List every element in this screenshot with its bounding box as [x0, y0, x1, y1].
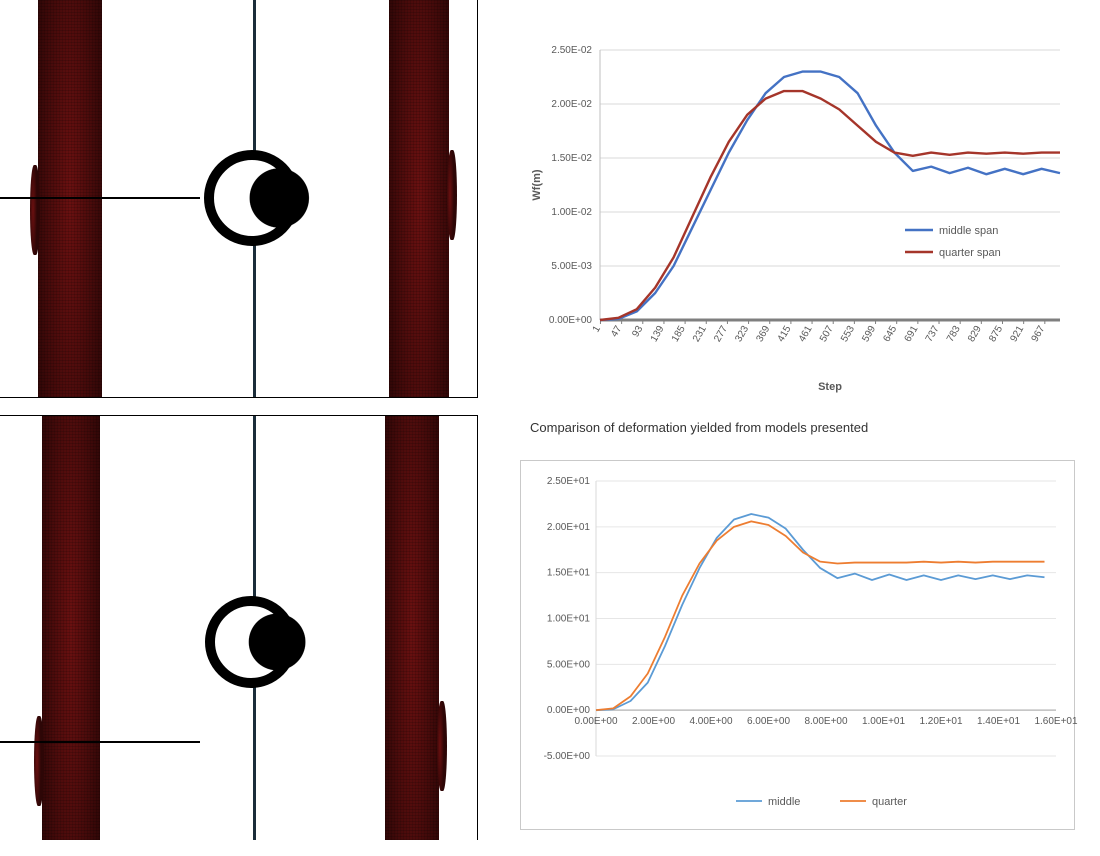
tube-left-bulge [30, 165, 40, 255]
svg-text:middle span: middle span [939, 225, 998, 237]
svg-text:1.20E+01: 1.20E+01 [919, 716, 963, 727]
svg-text:139: 139 [649, 324, 667, 344]
svg-text:277: 277 [712, 324, 730, 344]
svg-text:2.00E-02: 2.00E-02 [551, 99, 592, 110]
svg-text:47: 47 [609, 324, 624, 340]
simulation-panel-top [0, 0, 478, 398]
svg-text:1: 1 [591, 324, 604, 335]
svg-text:1.00E-02: 1.00E-02 [551, 207, 592, 218]
svg-text:1.00E+01: 1.00E+01 [862, 716, 906, 727]
svg-text:5.00E-03: 5.00E-03 [551, 261, 592, 272]
svg-text:0.00E+00: 0.00E+00 [549, 315, 593, 326]
svg-text:Wf(m): Wf(m) [531, 169, 543, 200]
svg-text:middle: middle [768, 796, 800, 808]
horizon-line-left [0, 197, 200, 199]
striker-shading [232, 599, 314, 685]
tube-left-bulge [34, 716, 44, 806]
svg-text:Step: Step [818, 381, 842, 393]
svg-text:829: 829 [966, 324, 984, 344]
svg-text:231: 231 [691, 324, 709, 344]
svg-text:0.00E+00: 0.00E+00 [574, 716, 618, 727]
svg-text:967: 967 [1030, 324, 1048, 344]
svg-text:461: 461 [797, 324, 815, 344]
simulation-column [0, 0, 480, 856]
svg-text:4.00E+00: 4.00E+00 [689, 716, 733, 727]
svg-text:645: 645 [881, 324, 899, 344]
svg-text:323: 323 [733, 324, 751, 344]
svg-text:0.00E+00: 0.00E+00 [547, 705, 591, 716]
svg-text:1.60E+01: 1.60E+01 [1034, 716, 1078, 727]
svg-text:737: 737 [924, 324, 942, 344]
svg-text:-5.00E+00: -5.00E+00 [544, 751, 591, 762]
striker-shading [232, 153, 318, 243]
svg-text:1.50E+01: 1.50E+01 [547, 568, 591, 579]
charts-column: 0.00E+00 5.00E-03 1.00E-02 1.50E-02 2.00E-02… [520, 40, 1080, 840]
svg-text:783: 783 [945, 324, 963, 344]
tube-right-bulge [447, 150, 457, 240]
tube-right-bulge [437, 701, 447, 791]
svg-text:369: 369 [754, 324, 772, 344]
svg-text:185: 185 [670, 324, 688, 344]
svg-text:2.00E+00: 2.00E+00 [632, 716, 676, 727]
svg-text:507: 507 [818, 324, 836, 344]
svg-text:8.00E+00: 8.00E+00 [804, 716, 848, 727]
svg-text:875: 875 [987, 324, 1005, 344]
simulation-panel-bottom [0, 415, 478, 840]
svg-text:553: 553 [839, 324, 857, 344]
svg-text:2.50E+01: 2.50E+01 [547, 476, 591, 487]
svg-text:1.40E+01: 1.40E+01 [977, 716, 1021, 727]
svg-text:691: 691 [903, 324, 921, 344]
svg-text:599: 599 [860, 324, 878, 344]
chart-bottom: -5.00E+00 0.00E+00 5.00E+00 1.00E+01 1.50E+0… [526, 466, 1071, 826]
svg-text:1.00E+01: 1.00E+01 [547, 614, 591, 625]
svg-text:1.50E-02: 1.50E-02 [551, 153, 592, 164]
svg-text:quarter span: quarter span [939, 247, 1001, 259]
svg-text:6.00E+00: 6.00E+00 [747, 716, 791, 727]
horizon-line-left [0, 741, 200, 743]
svg-text:93: 93 [630, 324, 645, 340]
tube-left [42, 416, 100, 840]
svg-text:415: 415 [776, 324, 794, 344]
svg-text:5.00E+00: 5.00E+00 [547, 659, 591, 670]
chart-top: 0.00E+00 5.00E-03 1.00E-02 1.50E-02 2.00E-02… [520, 40, 1070, 420]
chart-caption: Comparison of deformation yielded from m… [530, 420, 868, 435]
svg-text:2.00E+01: 2.00E+01 [547, 522, 591, 533]
svg-text:921: 921 [1008, 324, 1026, 344]
tube-right [385, 416, 439, 840]
chart-bottom-frame: -5.00E+00 0.00E+00 5.00E+00 1.00E+01 1.50E+0… [520, 460, 1075, 830]
tube-right [389, 0, 449, 397]
svg-text:quarter: quarter [872, 796, 907, 808]
svg-text:2.50E-02: 2.50E-02 [551, 45, 592, 56]
